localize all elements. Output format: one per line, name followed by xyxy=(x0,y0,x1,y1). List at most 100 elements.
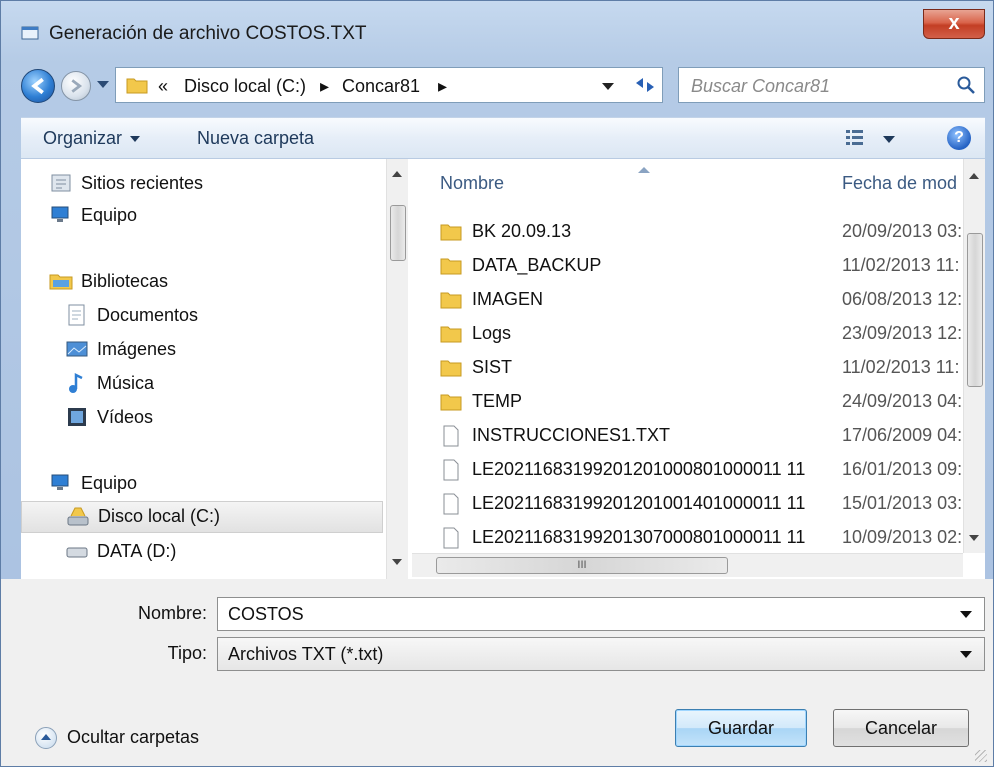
scroll-down-arrow[interactable] xyxy=(969,535,979,541)
organize-label: Organizar xyxy=(43,128,123,148)
breadcrumb-disco-local[interactable]: Disco local (C:) xyxy=(184,76,306,97)
back-arrow-icon xyxy=(31,77,44,95)
nav-item-local-disk[interactable]: Disco local (C:) xyxy=(21,501,383,533)
file-row[interactable]: INSTRUCCIONES1.TXT 17/06/2009 04: xyxy=(440,421,970,451)
folder-icon xyxy=(440,224,462,241)
scroll-down-arrow[interactable] xyxy=(392,559,402,565)
breadcrumb-concar81[interactable]: Concar81 xyxy=(342,76,420,97)
filename-value: COSTOS xyxy=(228,604,304,624)
file-row[interactable]: IMAGEN 06/08/2013 12: xyxy=(440,285,970,315)
pictures-icon xyxy=(66,341,88,357)
recent-locations-dropdown[interactable] xyxy=(97,81,109,88)
scroll-thumb[interactable] xyxy=(967,233,983,387)
search-placeholder: Buscar Concar81 xyxy=(691,76,831,96)
file-row[interactable]: LE20211683199201201000801000011 11 16/01/… xyxy=(440,455,970,485)
dialog-footer: Nombre: COSTOS Tipo: Archivos TXT (*.txt… xyxy=(1,579,993,766)
file-row[interactable]: DATA_BACKUP 11/02/2013 11: xyxy=(440,251,970,281)
nav-item-computer[interactable]: Equipo xyxy=(49,201,379,231)
view-dropdown[interactable] xyxy=(883,136,895,143)
nav-item-documents[interactable]: Documentos xyxy=(65,301,385,331)
file-row[interactable]: BK 20.09.13 20/09/2013 03: xyxy=(440,217,970,247)
app-icon xyxy=(21,26,39,40)
filename-input[interactable]: COSTOS xyxy=(217,597,985,631)
breadcrumb-separator[interactable]: ▸ xyxy=(320,76,329,97)
new-folder-button[interactable]: Nueva carpeta xyxy=(197,128,314,149)
address-bar[interactable]: « Disco local (C:) ▸ Concar81 ▸ xyxy=(115,67,663,103)
file-row[interactable]: LE20211683199201201001401000011 11 15/01/… xyxy=(440,489,970,519)
back-button[interactable] xyxy=(21,69,55,103)
file-horizontal-scrollbar[interactable]: III xyxy=(412,553,963,577)
nav-item-videos[interactable]: Vídeos xyxy=(65,403,385,433)
forward-button[interactable] xyxy=(61,71,91,101)
search-input[interactable]: Buscar Concar81 xyxy=(678,67,985,103)
breadcrumb-overflow[interactable]: « xyxy=(158,76,168,97)
file-row[interactable]: LE20211683199201307000801000011 11 10/09/… xyxy=(440,523,970,553)
sort-ascending-icon xyxy=(638,167,650,173)
filename-label: Nombre: xyxy=(137,603,207,623)
browser-area: Sitios recientes Equipo Bibliotecas Docu… xyxy=(21,159,985,579)
filetype-label: Tipo: xyxy=(167,643,207,663)
file-list[interactable]: Nombre Fecha de mod BK 20.09.13 20/09/201… xyxy=(412,159,985,579)
chevron-up-icon[interactable] xyxy=(35,727,57,749)
hide-folders-button[interactable]: Ocultar carpetas xyxy=(67,727,199,748)
file-row[interactable]: Logs 23/09/2013 12: xyxy=(440,319,970,349)
navigation-pane[interactable]: Sitios recientes Equipo Bibliotecas Docu… xyxy=(21,159,408,579)
refresh-button[interactable] xyxy=(625,67,665,103)
documents-icon xyxy=(68,304,85,326)
libraries-icon xyxy=(49,274,73,290)
folder-icon xyxy=(440,360,462,377)
nav-item-libraries[interactable]: Bibliotecas xyxy=(49,267,379,297)
folder-icon xyxy=(440,292,462,309)
column-header-date[interactable]: Fecha de mod xyxy=(842,173,957,194)
nav-item-recent[interactable]: Sitios recientes xyxy=(49,169,379,199)
scroll-thumb[interactable]: III xyxy=(436,557,728,574)
text-file-icon xyxy=(443,527,459,549)
chevron-down-icon[interactable] xyxy=(960,651,972,658)
music-icon xyxy=(69,372,83,393)
recent-places-icon xyxy=(51,174,71,192)
file-vertical-scrollbar[interactable] xyxy=(963,159,985,553)
file-row[interactable]: SIST 11/02/2013 11: xyxy=(440,353,970,383)
column-header-name[interactable]: Nombre xyxy=(440,173,504,194)
chevron-down-icon xyxy=(130,136,141,143)
drive-icon xyxy=(67,507,89,526)
command-bar: Organizar Nueva carpeta ? xyxy=(21,117,985,159)
computer-icon xyxy=(51,474,69,490)
folder-icon xyxy=(440,258,462,275)
address-dropdown[interactable] xyxy=(602,83,614,90)
save-dialog-window: Generación de archivo COSTOS.TXT x « Dis… xyxy=(0,0,994,767)
folder-icon xyxy=(440,326,462,343)
nav-item-computer-2[interactable]: Equipo xyxy=(49,469,379,499)
title-bar: Generación de archivo COSTOS.TXT x xyxy=(1,1,993,59)
nav-vertical-scrollbar[interactable] xyxy=(386,159,408,579)
window-title: Generación de archivo COSTOS.TXT xyxy=(49,23,367,44)
nav-item-pictures[interactable]: Imágenes xyxy=(65,335,385,365)
search-icon[interactable] xyxy=(956,75,976,95)
file-row[interactable]: TEMP 24/09/2013 04: xyxy=(440,387,970,417)
cancel-button[interactable]: Cancelar xyxy=(833,709,969,747)
text-file-icon xyxy=(443,425,459,447)
nav-item-music[interactable]: Música xyxy=(65,369,385,399)
resize-grip-icon[interactable] xyxy=(975,750,987,762)
folder-icon xyxy=(126,78,148,94)
scroll-thumb[interactable] xyxy=(390,205,406,261)
filetype-select[interactable]: Archivos TXT (*.txt) xyxy=(217,637,985,671)
folder-icon xyxy=(440,394,462,411)
forward-arrow-icon xyxy=(71,79,83,93)
computer-icon xyxy=(51,206,69,222)
nav-item-data-drive[interactable]: DATA (D:) xyxy=(65,537,385,567)
save-button[interactable]: Guardar xyxy=(675,709,807,747)
breadcrumb-separator[interactable]: ▸ xyxy=(438,76,447,97)
close-button[interactable]: x xyxy=(923,9,985,39)
organize-button[interactable]: Organizar xyxy=(43,128,141,149)
scroll-up-arrow[interactable] xyxy=(969,173,979,179)
chevron-down-icon[interactable] xyxy=(960,611,972,618)
refresh-icon xyxy=(636,78,654,92)
text-file-icon xyxy=(443,459,459,481)
drive-icon xyxy=(66,547,88,558)
view-options-icon[interactable] xyxy=(845,128,865,148)
help-icon[interactable]: ? xyxy=(947,126,971,150)
text-file-icon xyxy=(443,493,459,515)
scroll-up-arrow[interactable] xyxy=(392,171,402,177)
videos-icon xyxy=(68,408,86,426)
